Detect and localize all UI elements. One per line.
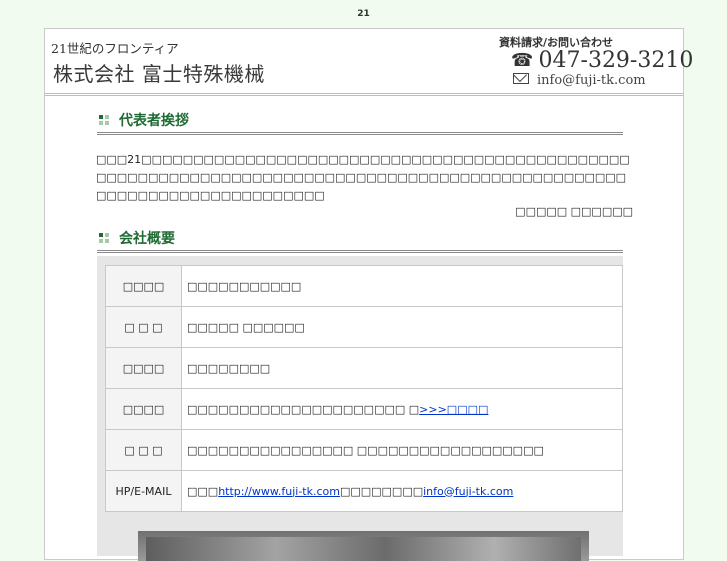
row-label: □ □ □	[105, 429, 182, 471]
section-bullet-icon	[99, 115, 111, 125]
row-value: □□□□□□□□	[181, 347, 623, 389]
table-row: □□□□ □□□□□□□□	[105, 347, 623, 389]
section-header-greeting: 代表者挨拶	[97, 110, 623, 135]
row-label: □□□□	[105, 347, 182, 389]
row-value: □□□http://www.fuji-tk.com□□□□□□□□info@fu…	[181, 470, 623, 512]
table-row: □ □ □ □□□□□ □□□□□□	[105, 306, 623, 348]
phone-block: ☎ 047-329-3210	[511, 48, 693, 73]
section-bullet-icon	[99, 233, 111, 243]
phone-icon: ☎	[511, 50, 534, 71]
row-label: □□□□	[105, 388, 182, 430]
section-header-overview: 会社概要	[97, 228, 623, 253]
phone-number: 047-329-3210	[538, 48, 694, 73]
email-block[interactable]: info@fuji-tk.com	[513, 73, 646, 88]
table-row: □□□□ □□□□□□□□□□□	[105, 265, 623, 307]
content-frame: 21世紀のフロンティア 株式会社 富士特殊機械 資料請求/お問い合わせ ☎ 04…	[44, 28, 693, 561]
table-row: □□□□ □□□□□□□□□□□□□□□□□□□□□ □>>>□□□□	[105, 388, 623, 430]
row-value: □□□□□□□□□□□	[181, 265, 623, 307]
site-header: 21世紀のフロンティア 株式会社 富士特殊機械 資料請求/お問い合わせ ☎ 04…	[45, 29, 693, 96]
greeting-text: □□□21□□□□□□□□□□□□□□□□□□□□□□□□□□□□□□□□□□□…	[96, 153, 630, 202]
section-title: 代表者挨拶	[119, 113, 189, 129]
greeting-signature: □□□□□ □□□□□□	[515, 205, 633, 218]
company-logo[interactable]: 株式会社 富士特殊機械	[53, 58, 265, 87]
row-value: □□□□□□□□□□□□□□□□ □□□□□□□□□□□□□□□□□□	[181, 429, 623, 471]
section-title: 会社概要	[119, 231, 175, 247]
table-row: HP/E-MAIL □□□http://www.fuji-tk.com□□□□□…	[105, 470, 623, 512]
row-label: □ □ □	[105, 306, 182, 348]
mail-icon	[513, 73, 529, 84]
company-overview-table: □□□□ □□□□□□□□□□□ □ □ □ □□□□□ □□□□□□ □□□□…	[105, 265, 623, 512]
factory-photo	[138, 531, 589, 561]
map-link[interactable]: >>>□□□□	[419, 403, 488, 416]
factory-photo-image	[146, 537, 581, 561]
table-row: □ □ □ □□□□□□□□□□□□□□□□ □□□□□□□□□□□□□□□□□…	[105, 429, 623, 471]
email-prefix: □□□□□□□□	[339, 484, 424, 498]
header-email[interactable]: info@fuji-tk.com	[537, 73, 646, 88]
row-value: □□□□□□□□□□□□□□□□□□□□□ □>>>□□□□	[181, 388, 623, 430]
row-label: HP/E-MAIL	[105, 470, 182, 512]
website-link[interactable]: http://www.fuji-tk.com	[218, 485, 340, 498]
hp-prefix: □□□	[187, 484, 219, 498]
page-number: 21	[357, 9, 370, 19]
address-text: □□□□□□□□□□□□□□□□□□□□□ □	[187, 402, 420, 416]
email-link[interactable]: info@fuji-tk.com	[423, 485, 513, 498]
row-value: □□□□□ □□□□□□	[181, 306, 623, 348]
row-label: □□□□	[105, 265, 182, 307]
company-tagline: 21世紀のフロンティア	[51, 41, 179, 56]
